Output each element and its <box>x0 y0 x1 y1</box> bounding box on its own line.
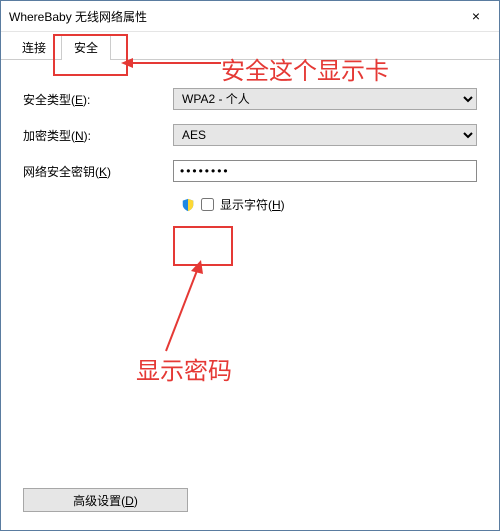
titlebar: WhereBaby 无线网络属性 × <box>1 1 499 32</box>
annotation-text-pwd: 显示密码 <box>136 351 232 386</box>
key-input[interactable] <box>173 160 477 182</box>
annotation-box-checkbox <box>173 226 233 266</box>
encryption-label: 加密类型(N): <box>23 127 173 144</box>
tab-security[interactable]: 安全 <box>61 34 111 60</box>
row-security-type: 安全类型(E): WPA2 - 个人 <box>23 88 477 110</box>
security-type-label: 安全类型(E): <box>23 91 173 108</box>
close-icon[interactable]: × <box>461 1 491 31</box>
show-chars-checkbox[interactable] <box>201 198 214 211</box>
show-chars-label: 显示字符(H) <box>220 196 285 213</box>
window: WhereBaby 无线网络属性 × 连接 安全 安全类型(E): WPA2 -… <box>0 0 500 531</box>
window-title: WhereBaby 无线网络属性 <box>9 8 461 25</box>
advanced-button[interactable]: 高级设置(D) <box>23 488 188 512</box>
content: 安全类型(E): WPA2 - 个人 加密类型(N): AES 网络安全密钥(K… <box>1 60 499 213</box>
shield-icon <box>181 198 195 212</box>
security-type-select[interactable]: WPA2 - 个人 <box>173 88 477 110</box>
row-key: 网络安全密钥(K) <box>23 160 477 182</box>
row-show-chars: 显示字符(H) <box>181 196 477 213</box>
row-encryption: 加密类型(N): AES <box>23 124 477 146</box>
encryption-select[interactable]: AES <box>173 124 477 146</box>
tabs: 连接 安全 <box>1 32 499 60</box>
tab-connect[interactable]: 连接 <box>9 34 59 60</box>
annotation-arrow-pwd <box>156 256 216 356</box>
key-label: 网络安全密钥(K) <box>23 163 173 180</box>
